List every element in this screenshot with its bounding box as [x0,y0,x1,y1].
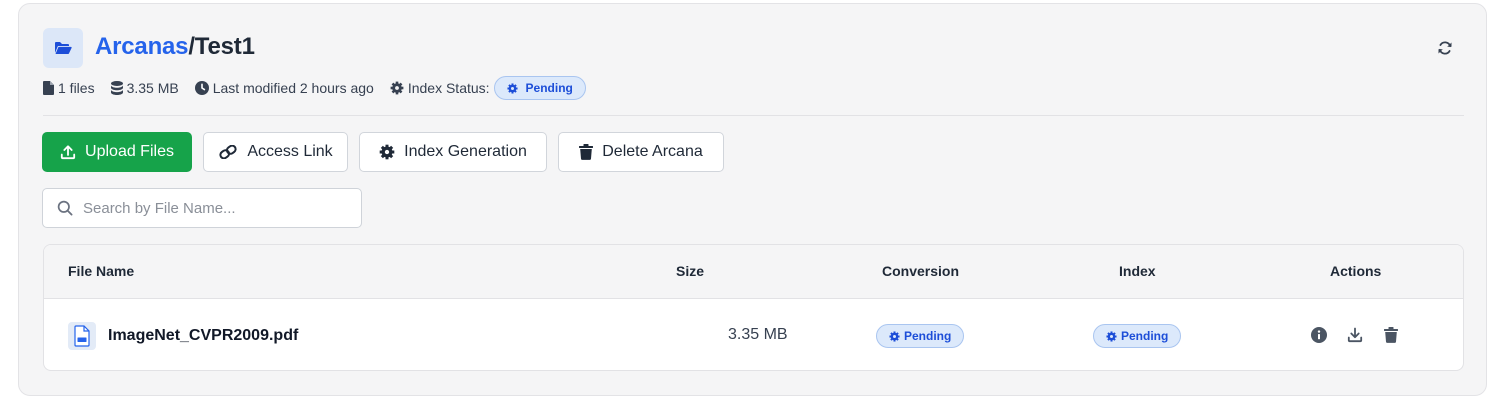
upload-files-label: Upload Files [85,143,174,160]
file-name-cell: ImageNet_CVPR2009.pdf [68,322,298,350]
index-status: Index Status: Pending [390,76,586,100]
file-count: 1 files [43,80,95,96]
gear-icon [1106,330,1117,342]
file-download-button[interactable] [1345,325,1365,345]
last-modified: Last modified 2 hours ago [194,80,374,96]
database-icon [110,81,123,95]
column-header-size: Size [676,263,705,279]
index-status-badge: Pending [493,76,586,100]
download-icon [1347,327,1363,343]
link-icon [219,145,237,159]
file-name[interactable]: ImageNet_CVPR2009.pdf [108,327,298,345]
files-table: File Name Size Conversion Index Actions … [43,244,1464,371]
file-count-text: 1 files [58,80,95,96]
refresh-icon [1438,41,1452,55]
gear-icon [507,82,518,94]
gear-icon [889,330,900,342]
total-size: 3.35 MB [110,80,179,96]
last-modified-text: Last modified 2 hours ago [212,80,374,96]
index-status-row-badge: Pending [1093,324,1182,348]
access-link-label: Access Link [247,143,333,160]
index-status-label: Index Status: [407,80,490,96]
upload-files-button[interactable]: Upload Files [42,132,192,172]
gear-icon [379,144,395,160]
index-status-cell: Pending [1093,324,1182,348]
breadcrumb-parent-link[interactable]: Arcanas [95,33,189,60]
info-icon [1311,327,1327,343]
index-status-row-text: Pending [1121,329,1169,343]
gear-icon [390,81,404,95]
total-size-text: 3.35 MB [126,80,179,96]
conversion-status-cell: Pending [876,324,965,348]
clock-icon [194,81,209,95]
table-row[interactable]: ImageNet_CVPR2009.pdf 3.35 MB Pending Pe… [44,300,1463,370]
column-header-file-name: File Name [68,263,135,279]
file-search[interactable] [42,188,362,228]
header-divider [43,115,1464,116]
column-header-index: Index [1119,263,1156,279]
pdf-file-icon [68,322,96,350]
breadcrumb-current: Test1 [194,33,255,60]
conversion-status-text: Pending [904,329,952,343]
file-icon [43,81,54,95]
arcana-panel: Arcanas/Test1 1 files 3.35 MB Last modif… [18,3,1487,396]
upload-icon [60,145,76,160]
arcana-meta: 1 files 3.35 MB Last modified 2 hours ag… [43,76,586,100]
table-header: File Name Size Conversion Index Actions [44,245,1463,299]
index-generation-label: Index Generation [404,143,527,160]
index-generation-button[interactable]: Index Generation [359,132,547,172]
file-info-button[interactable] [1309,325,1329,345]
trash-icon [1384,327,1398,343]
index-status-badge-text: Pending [525,81,573,95]
trash-icon [579,144,594,160]
file-size: 3.35 MB [728,326,788,343]
page-title: Arcanas/Test1 [95,32,255,62]
search-icon [57,200,73,216]
search-input[interactable] [83,199,353,217]
refresh-button[interactable] [1434,37,1456,59]
conversion-status-badge: Pending [876,324,965,348]
folder-open-icon [43,28,83,68]
access-link-button[interactable]: Access Link [203,132,348,172]
column-header-conversion: Conversion [882,263,960,279]
file-delete-button[interactable] [1381,325,1401,345]
delete-arcana-label: Delete Arcana [602,143,703,160]
column-header-actions: Actions [1330,263,1382,279]
delete-arcana-button[interactable]: Delete Arcana [558,132,724,172]
